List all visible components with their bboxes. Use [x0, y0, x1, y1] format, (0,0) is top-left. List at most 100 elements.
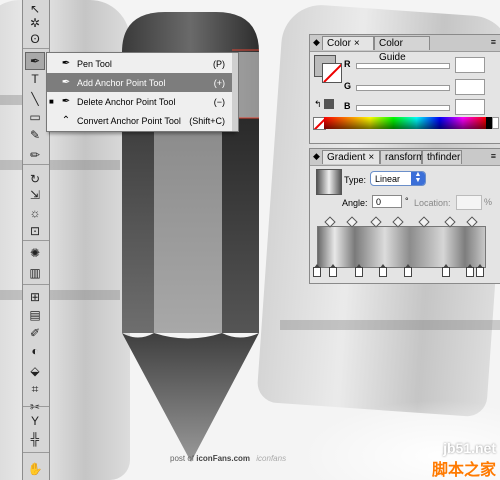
- credit-site: iconFans.com: [196, 454, 251, 463]
- gradient-color-stop[interactable]: [476, 264, 484, 277]
- watermark-site: jb51.net: [443, 440, 496, 456]
- flyout-item-shortcut: (+): [213, 77, 225, 88]
- gradient-color-stop[interactable]: [355, 264, 363, 277]
- add-anchor-point-icon: ✒: [61, 77, 71, 88]
- flyout-item-pen-tool[interactable]: ✒ Pen Tool (P): [47, 54, 233, 73]
- warp-tool-icon[interactable]: ☼: [25, 204, 45, 222]
- last-color-swatch[interactable]: [324, 99, 334, 109]
- delete-anchor-point-icon: ✒: [61, 96, 71, 107]
- input-g[interactable]: [455, 79, 485, 95]
- input-r[interactable]: [455, 57, 485, 73]
- percent-symbol: %: [484, 197, 493, 207]
- angle-input[interactable]: 0: [372, 195, 402, 208]
- flyout-item-shortcut: (P): [213, 58, 225, 69]
- free-transform-icon[interactable]: ⊡: [25, 222, 45, 240]
- panel-menu-icon[interactable]: ◆: [313, 151, 320, 162]
- slider-g[interactable]: [356, 85, 450, 91]
- angle-value: 0: [376, 197, 382, 207]
- slider-b[interactable]: [356, 105, 450, 111]
- flyout-item-delete-anchor-point-tool[interactable]: ■ ✒ Delete Anchor Point Tool (−): [47, 92, 233, 111]
- pen-tool-icon[interactable]: ✒: [25, 52, 45, 70]
- perspective-icon[interactable]: Y: [25, 412, 45, 430]
- pen-tool-flyout-menu: ✒ Pen Tool (P) ✒ Add Anchor Point Tool (+) ■ ✒ D…: [46, 52, 234, 132]
- type-label: Type:: [344, 175, 367, 185]
- stroke-swatch[interactable]: [322, 63, 342, 83]
- degree-symbol: °: [405, 196, 409, 206]
- panel-options-icon[interactable]: ≡: [491, 151, 496, 161]
- tab-color-guide[interactable]: Color Guide: [374, 36, 430, 63]
- watermark-cn: 脚本之家: [431, 460, 496, 479]
- eyedropper-icon[interactable]: ✐: [25, 324, 45, 342]
- tab-color-label: Color: [327, 38, 351, 49]
- color-spectrum-bar[interactable]: [324, 117, 486, 129]
- gradient-color-stop[interactable]: [466, 264, 474, 277]
- color-panel: ◆ Color × Color Guide ≡ R G ↰ B: [309, 34, 500, 144]
- panel-options-icon[interactable]: ≡: [491, 37, 496, 47]
- pencil-tool-icon[interactable]: ✏: [25, 146, 45, 164]
- gradient-panel-tabbar: ◆ Gradient × ransform thfinder ≡: [310, 149, 500, 166]
- gradient-color-stop[interactable]: [313, 264, 321, 277]
- convert-anchor-point-icon: ⌃: [61, 115, 71, 126]
- gradient-color-stop[interactable]: [379, 264, 387, 277]
- gradient-type-select[interactable]: Linear ▲ ▼: [370, 171, 426, 186]
- white-swatch[interactable]: [492, 117, 499, 129]
- hand-tool-icon[interactable]: ✋: [25, 460, 45, 478]
- checkmark-icon: ■: [49, 97, 54, 106]
- flyout-tearoff-handle[interactable]: [232, 52, 239, 132]
- sketch-band: [280, 320, 500, 330]
- line-tool-icon[interactable]: ╲: [25, 90, 45, 108]
- tab-transform[interactable]: ransform: [380, 150, 425, 164]
- flyout-item-convert-anchor-point-tool[interactable]: ⌃ Convert Anchor Point Tool (Shift+C): [47, 111, 233, 130]
- gradient-tool-icon[interactable]: ▤: [25, 306, 45, 324]
- symbol-sprayer-icon[interactable]: ✺: [25, 244, 45, 262]
- tool-group-divider: [23, 452, 49, 453]
- gradient-color-stop[interactable]: [404, 264, 412, 277]
- slider-r[interactable]: [356, 63, 450, 69]
- tool-group-divider: [23, 406, 49, 407]
- input-b[interactable]: [455, 99, 485, 115]
- scale-tool-icon[interactable]: ⇲: [25, 186, 45, 204]
- tab-color-guide-label: Color Guide: [379, 38, 406, 63]
- pen-icon: ✒: [61, 58, 71, 69]
- watermark: jb51.net 脚本之家: [432, 440, 496, 480]
- sketch-band: [0, 290, 120, 300]
- close-icon[interactable]: ×: [368, 152, 374, 163]
- flyout-item-label: Add Anchor Point Tool: [77, 77, 166, 88]
- location-input[interactable]: [456, 195, 482, 210]
- location-label: Location:: [414, 198, 451, 208]
- gradient-preview-swatch[interactable]: [316, 169, 342, 195]
- gradient-color-stop[interactable]: [442, 264, 450, 277]
- live-paint-icon[interactable]: ⬙: [25, 362, 45, 380]
- flyout-item-label: Delete Anchor Point Tool: [77, 96, 176, 107]
- artboard-icon[interactable]: ╬: [25, 430, 45, 448]
- tool-group-divider: [23, 164, 49, 165]
- tab-transform-label: ransform: [385, 152, 425, 163]
- rectangle-tool-icon[interactable]: ▭: [25, 108, 45, 126]
- tab-gradient[interactable]: Gradient ×: [322, 150, 380, 164]
- credit-logo: iconfans: [256, 454, 287, 463]
- tab-pathfinder[interactable]: thfinder: [422, 150, 462, 164]
- tool-group-divider: [23, 284, 49, 285]
- tool-group-divider: [23, 48, 49, 49]
- flyout-item-shortcut: (Shift+C): [189, 115, 225, 126]
- channel-g-label: G: [344, 81, 352, 91]
- mesh-tool-icon[interactable]: ⊞: [25, 288, 45, 306]
- gradient-color-stop[interactable]: [329, 264, 337, 277]
- panel-menu-icon[interactable]: ◆: [313, 37, 320, 48]
- flyout-item-shortcut: (−): [213, 96, 225, 107]
- column-graph-icon[interactable]: ▥: [25, 264, 45, 282]
- color-panel-tabbar: ◆ Color × Color Guide ≡: [310, 35, 500, 63]
- type-tool-icon[interactable]: T: [25, 70, 45, 88]
- close-icon[interactable]: ×: [354, 38, 360, 49]
- blend-tool-icon[interactable]: ◐: [25, 342, 45, 360]
- tab-color[interactable]: Color ×: [322, 36, 374, 50]
- flyout-item-label: Convert Anchor Point Tool: [77, 115, 181, 126]
- gradient-slider-bar[interactable]: [317, 226, 486, 268]
- credit-prefix: post of: [170, 454, 197, 463]
- out-of-gamut-icon[interactable]: ↰: [314, 99, 322, 110]
- angle-label: Angle:: [342, 198, 368, 208]
- lasso-icon[interactable]: ʘ: [25, 30, 45, 48]
- crop-area-icon[interactable]: ⌗: [25, 380, 45, 398]
- flyout-item-add-anchor-point-tool[interactable]: ✒ Add Anchor Point Tool (+): [47, 73, 233, 92]
- paintbrush-icon[interactable]: ✎: [25, 126, 45, 144]
